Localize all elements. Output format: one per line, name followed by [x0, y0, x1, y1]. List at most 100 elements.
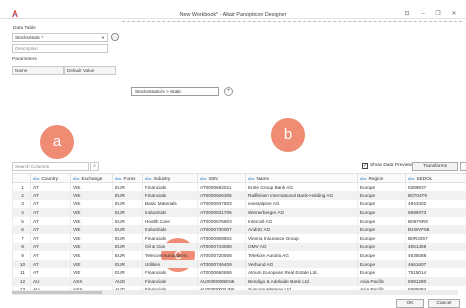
table-cell: AT0000660659	[197, 268, 246, 278]
table-cell: Europe	[357, 199, 406, 209]
table-cell: EUR	[112, 242, 143, 252]
table-cell: Europe	[357, 208, 406, 217]
table-cell: Erste Group Bank AG	[245, 182, 358, 192]
transforms-button[interactable]: Transforms	[412, 162, 458, 171]
column-header-label: Exchange	[81, 175, 103, 181]
table-cell: Basic Materials	[142, 199, 198, 209]
table-cell: AT	[30, 182, 71, 192]
table-cell: EUR	[112, 199, 143, 209]
column-header-label: ISIN	[208, 175, 218, 181]
minimize-icon[interactable]: –	[419, 10, 427, 18]
search-columns-input[interactable]: Search Columns	[12, 162, 89, 171]
table-cell: 5699373	[405, 208, 466, 217]
table-row: 5 AT VIE EUR Health Care AT0000676903 Intercel…	[12, 216, 466, 226]
panel-toggle-icon[interactable]	[460, 162, 466, 171]
table-cell: 7515014	[405, 268, 466, 278]
table-cell: VIE	[70, 182, 113, 192]
close-icon[interactable]: ✕	[450, 10, 458, 18]
show-preview-checkbox[interactable]: ✓	[362, 163, 368, 169]
table-row: 8 AT VIE EUR Oil & Gas AT0000743059 OMV AG Euro…	[12, 242, 466, 252]
table-cell: AT0000720008	[197, 251, 246, 260]
table-cell: Financials	[142, 182, 198, 192]
row-number-cell: 7	[12, 234, 31, 243]
table-cell: AT	[30, 242, 71, 252]
table-row: 9 AT VIE EUR Telecommunications AT0000720008 T…	[12, 251, 466, 260]
table-cell: 4943402	[405, 199, 466, 209]
cancel-button[interactable]: Cancel	[428, 299, 460, 308]
table-cell: AT	[30, 259, 71, 269]
table-row: 6 AT VIE EUR Industrials AT0000730007 Andritz …	[12, 225, 466, 235]
table-cell: AU000000BEN6	[197, 277, 246, 286]
table-cell: AT0000908504	[197, 234, 246, 243]
table-cell: AT0000652011	[197, 182, 246, 192]
table-row: 2 AT VIE EUR Financials AT0000606306 Raiffeise…	[12, 191, 466, 200]
column-header[interactable]: Abc Forex	[112, 173, 143, 183]
table-cell: Telecommunications	[142, 251, 198, 260]
table-cell: Oil & Gas	[142, 242, 198, 252]
string-type-icon: Abc	[33, 176, 40, 181]
table-cell: VIE	[70, 234, 113, 243]
table-header-row: Abc Country Abc Exchange Abc Forex Abc Industry…	[12, 173, 466, 183]
table-cell: Intercell AG	[245, 216, 358, 226]
table-cell: Financials	[142, 277, 198, 286]
maximize-icon[interactable]: ❐	[434, 10, 442, 18]
column-header[interactable]: Abc ISIN	[197, 173, 246, 183]
table-cell: B0R3257	[405, 234, 466, 243]
data-table-options-button[interactable]: …	[111, 33, 119, 41]
column-header[interactable]: Abc Name	[245, 173, 358, 183]
table-cell: Europe	[357, 234, 406, 243]
table-cell: AT0000746409	[197, 259, 246, 269]
add-node-icon[interactable]: +	[224, 87, 233, 96]
row-number-cell: 5	[12, 216, 31, 226]
table-cell: Financials	[142, 191, 198, 200]
table-cell: VIE	[70, 259, 113, 269]
column-header[interactable]: Abc Region	[357, 173, 406, 183]
scrollbar-thumb[interactable]	[12, 291, 102, 294]
table-cell: Europe	[357, 182, 406, 192]
parameters-label: Parameters	[12, 57, 37, 62]
table-cell: EUR	[112, 251, 143, 260]
row-number-cell: 12	[12, 277, 31, 286]
data-table-value: StocksStatic *	[15, 35, 44, 40]
table-cell: Europe	[357, 216, 406, 226]
table-cell: Europe	[357, 268, 406, 278]
canvas-divider	[122, 21, 462, 22]
column-header[interactable]: Abc Country	[30, 173, 71, 183]
title-bar: New Workbook* - Altair Panopticon Design…	[0, 0, 466, 19]
restore-icon[interactable]: ⊡	[403, 10, 411, 18]
row-number-header[interactable]	[12, 173, 31, 183]
chevron-down-icon: ▼	[101, 35, 105, 40]
string-type-icon: Abc	[145, 176, 152, 181]
row-number-cell: 10	[12, 259, 31, 269]
table-cell: VIE	[70, 251, 113, 260]
data-table-dropdown[interactable]: StocksStatic * ▼	[12, 33, 108, 42]
table-cell: Asia Pacific	[357, 277, 406, 286]
table-cell: OMV AG	[245, 242, 358, 252]
search-icon[interactable]: ⌕	[90, 162, 99, 171]
row-number-cell: 11	[12, 268, 31, 278]
table-cell: EUR	[112, 225, 143, 235]
table-cell: 6091280	[405, 277, 466, 286]
transform-node[interactable]: StocksStatic/iv > Static	[131, 87, 219, 96]
column-header-label: Forex	[123, 175, 136, 181]
table-cell: VIE	[70, 191, 113, 200]
table-cell: Health Care	[142, 216, 198, 226]
column-header[interactable]: Abc Exchange	[70, 173, 113, 183]
table-cell: AT0000743059	[197, 242, 246, 252]
column-header[interactable]: Abc SEDOL	[405, 173, 466, 183]
table-cell: AT0000937503	[197, 199, 246, 209]
table-cell: VIE	[70, 242, 113, 252]
table-cell: EUR	[112, 182, 143, 192]
ok-button[interactable]: OK	[396, 299, 424, 308]
description-field[interactable]: Description	[12, 44, 108, 53]
row-number-cell: 8	[12, 242, 31, 252]
string-type-icon: Abc	[73, 176, 80, 181]
table-cell: EUR	[112, 216, 143, 226]
column-header[interactable]: Abc Industry	[142, 173, 198, 183]
table-cell: AT0000730007	[197, 225, 246, 235]
row-number-cell: 9	[12, 251, 31, 260]
table-cell: Vienna Insurance Group	[245, 234, 358, 243]
row-number-cell: 2	[12, 191, 31, 200]
param-column-name: Name	[12, 66, 64, 75]
table-cell: AT	[30, 208, 71, 217]
